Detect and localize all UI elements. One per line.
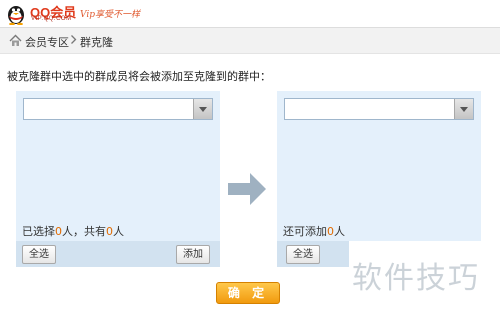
total-count: 0: [106, 225, 113, 238]
source-group-panel: 已选择0人，共有0人 全选 添加: [16, 91, 220, 267]
right-arrow-icon: [228, 173, 266, 205]
breadcrumb-group-clone: 群克隆: [80, 36, 113, 49]
logo-subtext: VIP.QQ.COM: [31, 16, 72, 22]
source-group-select[interactable]: [23, 98, 213, 120]
watermark-text: 软件技巧: [352, 261, 480, 296]
instruction-text: 被克隆群中选中的群成员将会被添加至克隆到的群中：: [7, 70, 271, 83]
select-all-button-left[interactable]: 全选: [22, 245, 56, 264]
select-all-button-right[interactable]: 全选: [286, 245, 320, 264]
confirm-button[interactable]: 确 定: [216, 282, 280, 304]
remaining-count: 0: [327, 225, 334, 238]
qq-penguin-icon: [8, 6, 24, 25]
logo-slogan: Vip享受不一样: [80, 10, 140, 20]
breadcrumb: 会员专区 群克隆: [0, 27, 500, 54]
home-icon[interactable]: [9, 34, 22, 47]
chevron-right-icon: [71, 35, 77, 44]
selected-count: 0: [55, 225, 62, 238]
add-button[interactable]: 添加: [176, 245, 210, 264]
target-group-select[interactable]: [284, 98, 474, 120]
target-group-panel: 还可添加0人 全选: [277, 91, 481, 267]
dropdown-arrow-icon[interactable]: [454, 99, 473, 119]
top-header: QQ会员 VIP.QQ.COM Vip享受不一样: [0, 0, 500, 27]
remaining-count-text: 还可添加0人: [283, 225, 345, 238]
selected-count-text: 已选择0人，共有0人: [22, 225, 124, 238]
breadcrumb-member-zone[interactable]: 会员专区: [25, 34, 69, 50]
dropdown-arrow-icon[interactable]: [193, 99, 212, 119]
